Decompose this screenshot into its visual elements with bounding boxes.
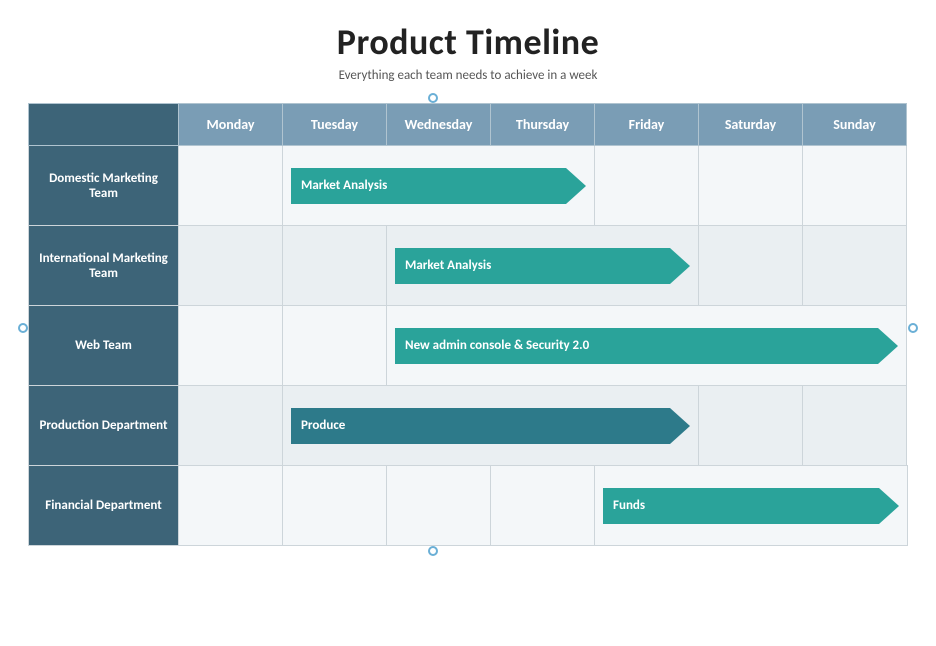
task-arrow-international: Market Analysis <box>395 248 690 284</box>
timeline-wrapper: Monday Tuesday Wednesday Thursday Friday… <box>28 103 908 546</box>
empty-cell-financial-day3 <box>491 466 595 546</box>
top-connector-dot <box>428 93 438 103</box>
empty-cell-international-day6 <box>803 226 907 306</box>
task-arrow-web: New admin console & Security 2.0 <box>395 328 898 364</box>
label-text-financial: Financial Department <box>29 466 178 545</box>
header-tuesday: Tuesday <box>283 104 387 146</box>
label-text-domestic: Domestic Marketing Team <box>29 146 178 225</box>
page-title: Product Timeline <box>337 20 599 64</box>
empty-cell-domestic-day6 <box>803 146 907 226</box>
task-cell-international: Market Analysis <box>387 226 699 306</box>
bottom-connector-dot <box>428 546 438 556</box>
empty-cell-international-day5 <box>699 226 803 306</box>
row-domestic: Domestic Marketing Team Market Analysis <box>29 146 908 226</box>
label-international: International Marketing Team <box>29 226 179 306</box>
empty-cell-financial-day0 <box>179 466 283 546</box>
label-text-international: International Marketing Team <box>29 226 178 305</box>
empty-cell-international-day0 <box>179 226 283 306</box>
header-friday: Friday <box>595 104 699 146</box>
task-label-international: Market Analysis <box>405 258 491 273</box>
task-cell-domestic: Market Analysis <box>283 146 595 226</box>
task-arrow-financial: Funds <box>603 488 899 524</box>
header-label-cell <box>29 104 179 146</box>
left-connector-dot <box>18 323 28 333</box>
empty-cell-financial-day1 <box>283 466 387 546</box>
task-cell-financial: Funds <box>595 466 908 546</box>
label-text-production: Production Department <box>29 386 178 465</box>
empty-cell-web-day0 <box>179 306 283 386</box>
task-cell-production: Produce <box>283 386 699 466</box>
empty-cell-domestic-day4 <box>595 146 699 226</box>
task-label-web: New admin console & Security 2.0 <box>405 338 589 353</box>
task-label-domestic: Market Analysis <box>301 178 387 193</box>
empty-cell-financial-day2 <box>387 466 491 546</box>
header-row: Monday Tuesday Wednesday Thursday Friday… <box>29 104 908 146</box>
row-production: Production Department Produce <box>29 386 908 466</box>
empty-cell-production-day5 <box>699 386 803 466</box>
label-domestic: Domestic Marketing Team <box>29 146 179 226</box>
row-financial: Financial Department Funds <box>29 466 908 546</box>
task-arrow-production: Produce <box>291 408 690 444</box>
empty-cell-production-day6 <box>803 386 907 466</box>
row-international: International Marketing Team Market Analy… <box>29 226 908 306</box>
empty-cell-web-day1 <box>283 306 387 386</box>
empty-cell-domestic-day5 <box>699 146 803 226</box>
label-text-web: Web Team <box>29 306 178 385</box>
task-arrow-domestic: Market Analysis <box>291 168 586 204</box>
task-label-financial: Funds <box>613 498 645 513</box>
header-monday: Monday <box>179 104 283 146</box>
label-financial: Financial Department <box>29 466 179 546</box>
header-wednesday: Wednesday <box>387 104 491 146</box>
page-subtitle: Everything each team needs to achieve in… <box>339 68 598 83</box>
empty-cell-international-day1 <box>283 226 387 306</box>
label-web: Web Team <box>29 306 179 386</box>
empty-cell-domestic-day0 <box>179 146 283 226</box>
empty-cell-production-day0 <box>179 386 283 466</box>
header-sunday: Sunday <box>803 104 907 146</box>
timeline-table: Monday Tuesday Wednesday Thursday Friday… <box>28 103 908 546</box>
header-thursday: Thursday <box>491 104 595 146</box>
row-web: Web Team New admin console & Security 2.0 <box>29 306 908 386</box>
task-label-production: Produce <box>301 418 345 433</box>
header-saturday: Saturday <box>699 104 803 146</box>
right-connector-dot <box>908 323 918 333</box>
label-production: Production Department <box>29 386 179 466</box>
task-cell-web: New admin console & Security 2.0 <box>387 306 907 386</box>
